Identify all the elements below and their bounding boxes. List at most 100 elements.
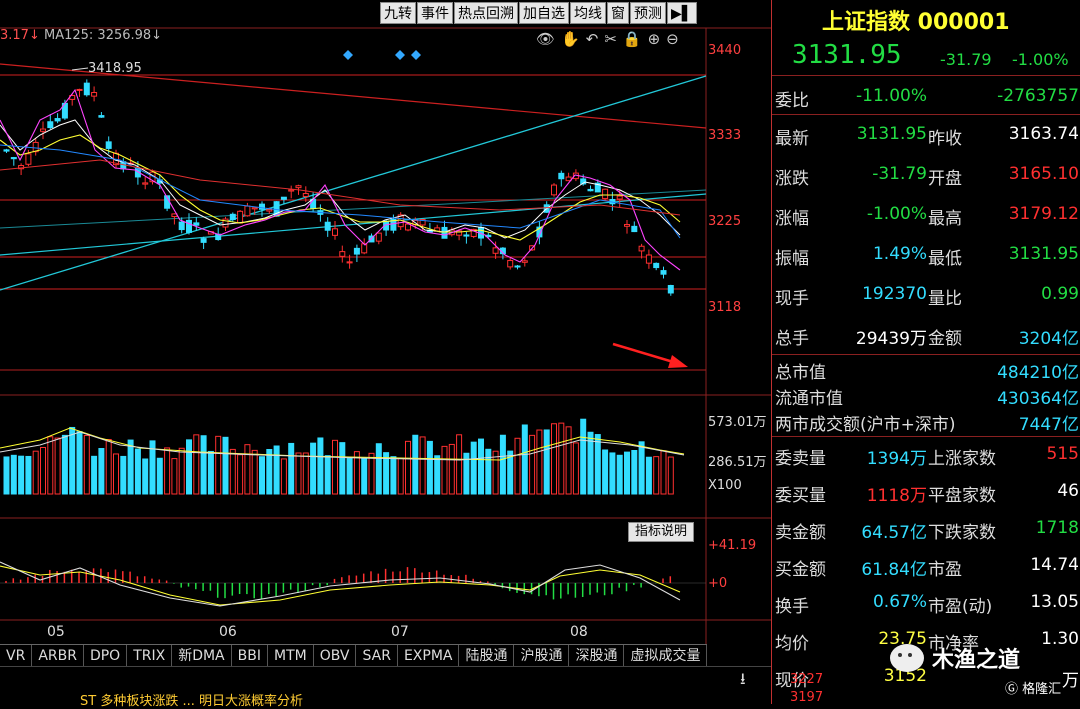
lock-icon[interactable]: 🔒: [623, 30, 642, 48]
weibi-label: 委比: [775, 91, 809, 111]
candle: [587, 188, 594, 192]
volume-bar: [288, 442, 295, 495]
candle: [521, 260, 528, 263]
volume-bar: [171, 458, 178, 495]
indicator-help-button[interactable]: 指标说明: [628, 522, 695, 542]
rows-key: 涨跌: [775, 169, 809, 189]
tab-3[interactable]: TRIX: [127, 645, 173, 667]
date-label-08: 08: [570, 624, 588, 640]
candle: [660, 270, 667, 275]
tab-0[interactable]: VR: [0, 645, 33, 667]
kline-chart[interactable]: 3418.95: [0, 0, 771, 704]
candle: [507, 260, 514, 268]
ma-indicator-line: 3.17↓ MA125: 3256.98↓: [0, 28, 162, 43]
rows2-value2: 46: [1057, 481, 1079, 501]
rows-key2: 开盘: [928, 169, 962, 189]
download-icon[interactable]: ⭳: [740, 668, 746, 695]
volume-bar: [91, 455, 98, 495]
volume-bar: [631, 450, 638, 495]
tab-2[interactable]: DPO: [84, 645, 128, 667]
volume-bar: [164, 447, 171, 495]
zoom-out-icon[interactable]: ⊖: [666, 30, 679, 48]
volume-bar: [602, 449, 609, 495]
rows-value2: 3204亿: [1018, 329, 1079, 349]
rows-key2: 昨收: [928, 129, 962, 149]
candle: [98, 115, 105, 118]
rows2-value2: 515: [1046, 444, 1079, 464]
brand-logo-icon: Ⓖ: [1005, 682, 1019, 697]
candle: [83, 82, 90, 96]
quote-panel: 上证指数 000001 3131.95 -31.79 -1.00% 委比 -11…: [771, 0, 1080, 705]
volume-bar: [200, 435, 207, 495]
rows2-key2: 平盘家数: [928, 486, 996, 506]
volume-bar: [332, 439, 338, 495]
candle: [40, 128, 46, 132]
candle: [375, 232, 382, 242]
toolbar-event[interactable]: 事件: [417, 2, 453, 24]
volume-bar: [580, 418, 587, 495]
brand-text: 格隆汇: [1022, 682, 1062, 697]
tab-8[interactable]: SAR: [356, 645, 398, 667]
toolbar-collapse-icon[interactable]: ▶▌: [667, 2, 697, 24]
tab-10[interactable]: 陆股通: [459, 645, 515, 667]
volume-bar: [419, 436, 426, 495]
tab-6[interactable]: MTM: [268, 645, 314, 667]
tab-7[interactable]: OBV: [314, 645, 357, 667]
toolbar-ma[interactable]: 均线: [570, 2, 606, 24]
volume-bar: [244, 444, 251, 495]
candle: [631, 225, 638, 233]
volume-bar: [207, 450, 214, 495]
candle: [667, 285, 674, 294]
toolbar-hot-review[interactable]: 热点回溯: [454, 2, 518, 24]
candle: [266, 209, 273, 212]
market-cap-value: 430364亿: [997, 389, 1079, 409]
candle: [193, 222, 200, 226]
tab-12[interactable]: 深股通: [569, 645, 625, 667]
volume-bar: [558, 422, 565, 495]
mini-price-2: 3197: [790, 690, 824, 705]
bottom-news-line[interactable]: ST 多种板块涨跌 ... 明日大涨概率分析: [80, 690, 303, 709]
volume-bar: [3, 456, 10, 495]
eye-icon[interactable]: 👁: [536, 30, 555, 48]
candle: [514, 265, 521, 268]
candle: [492, 247, 499, 254]
rows-value: 3131.95: [856, 124, 927, 144]
tab-13[interactable]: 虚拟成交量: [624, 645, 708, 667]
volume-bar: [346, 458, 353, 495]
price-axis-3225: 3225: [708, 214, 742, 229]
volume-bar: [390, 456, 397, 495]
scissors-icon[interactable]: ✂: [604, 30, 617, 48]
volume-bar: [251, 449, 258, 495]
volume-bar: [324, 455, 331, 495]
volume-bar: [441, 445, 448, 495]
zoom-in-icon[interactable]: ⊕: [648, 30, 661, 48]
rows-value: -1.00%: [866, 204, 927, 224]
toolbar-window[interactable]: 窗: [607, 2, 629, 24]
candle: [25, 153, 32, 165]
toolbar-jiuzhuan[interactable]: 九转: [380, 2, 416, 24]
tab-1[interactable]: ARBR: [32, 645, 84, 667]
price-axis-3440: 3440: [708, 43, 742, 58]
hand-icon[interactable]: ✋: [561, 30, 580, 48]
volume-bar: [339, 442, 346, 495]
rows-key2: 量比: [928, 289, 962, 309]
tab-5[interactable]: BBI: [232, 645, 268, 667]
toolbar-forecast[interactable]: 预测: [630, 2, 666, 24]
tab-11[interactable]: 沪股通: [514, 645, 570, 667]
undo-icon[interactable]: ↶: [586, 30, 599, 48]
rows-value2: 3179.12: [1008, 204, 1079, 224]
toolbar-add-watch[interactable]: 加自选: [519, 2, 569, 24]
rows2-value: 1394万: [866, 449, 927, 469]
volume-bar: [624, 451, 630, 495]
candle: [244, 205, 251, 217]
candle: [624, 224, 630, 227]
tab-4[interactable]: 新DMA: [172, 645, 232, 667]
candle: [602, 188, 609, 200]
candle: [280, 196, 287, 200]
rows-value: -31.79: [872, 164, 927, 184]
tab-9[interactable]: EXPMA: [398, 645, 460, 667]
price-axis-3333: 3333: [708, 128, 742, 143]
volume-bar: [215, 435, 222, 495]
volume-bar: [134, 448, 141, 495]
volume-axis-mid: 286.51万: [708, 455, 767, 470]
